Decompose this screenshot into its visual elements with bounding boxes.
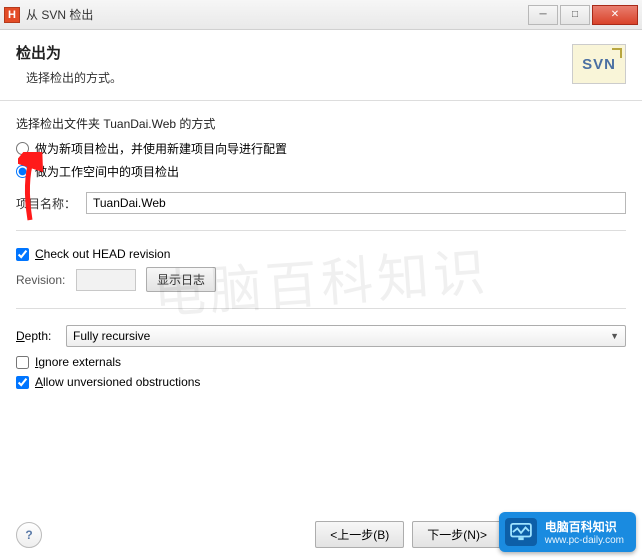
checkout-head-revision-label: Check out HEAD revision — [35, 247, 170, 261]
maximize-button[interactable]: □ — [560, 5, 590, 25]
chevron-down-icon: ▼ — [610, 331, 619, 341]
ignore-externals-checkbox[interactable] — [16, 356, 29, 369]
svn-logo-icon: SVN — [572, 44, 626, 84]
show-log-button[interactable]: 显示日志 — [146, 267, 216, 292]
depth-row: Depth: Fully recursive ▼ — [16, 325, 626, 347]
depth-label: Depth: — [16, 329, 66, 343]
project-name-input[interactable] — [86, 192, 626, 214]
radio-workspace-project-label: 做为工作空间中的项目检出 — [35, 163, 179, 180]
allow-unversioned-checkbox[interactable] — [16, 376, 29, 389]
window-controls: ─ □ ✕ — [526, 5, 638, 25]
badge-main-text: 电脑百科知识 — [545, 520, 617, 534]
checkout-head-revision-checkbox[interactable] — [16, 248, 29, 261]
revision-label: Revision: — [16, 273, 76, 287]
depth-select-value: Fully recursive — [73, 329, 150, 343]
header-title: 检出为 — [16, 42, 626, 63]
allow-unversioned-label: Allow unversioned obstructions — [35, 375, 200, 389]
checkout-prompt: 选择检出文件夹 TuanDai.Web 的方式 — [16, 115, 626, 132]
site-badge: 电脑百科知识 www.pc-daily.com — [499, 512, 636, 552]
close-button[interactable]: ✕ — [592, 5, 638, 25]
monitor-icon — [505, 518, 537, 546]
help-button[interactable]: ? — [16, 522, 42, 548]
revision-input — [76, 269, 136, 291]
divider-1 — [16, 230, 626, 231]
revision-row: Revision: 显示日志 — [16, 267, 626, 292]
app-icon: H — [4, 7, 20, 23]
badge-sub-text: www.pc-daily.com — [545, 535, 624, 546]
dialog-header: 检出为 选择检出的方式。 SVN — [0, 30, 642, 101]
radio-workspace-project[interactable]: 做为工作空间中的项目检出 — [16, 163, 626, 180]
radio-new-project[interactable]: 做为新项目检出，并使用新建项目向导进行配置 — [16, 140, 626, 157]
divider-2 — [16, 308, 626, 309]
back-button[interactable]: <上一步(B) — [315, 521, 404, 548]
project-name-row: 项目名称： — [16, 192, 626, 214]
dialog-content: 选择检出文件夹 TuanDai.Web 的方式 做为新项目检出，并使用新建项目向… — [0, 101, 642, 409]
allow-unversioned-obstructions[interactable]: Allow unversioned obstructions — [16, 375, 626, 389]
ignore-externals[interactable]: Ignore externals — [16, 355, 626, 369]
title-bar: H 从 SVN 检出 ─ □ ✕ — [0, 0, 642, 30]
minimize-button[interactable]: ─ — [528, 5, 558, 25]
radio-new-project-label: 做为新项目检出，并使用新建项目向导进行配置 — [35, 140, 287, 157]
window-title: 从 SVN 检出 — [26, 6, 526, 23]
header-subtitle: 选择检出的方式。 — [26, 69, 626, 86]
depth-select[interactable]: Fully recursive ▼ — [66, 325, 626, 347]
radio-new-project-input[interactable] — [16, 142, 29, 155]
project-name-label: 项目名称： — [16, 195, 86, 212]
ignore-externals-label: Ignore externals — [35, 355, 121, 369]
checkout-head-revision[interactable]: Check out HEAD revision — [16, 247, 626, 261]
next-button[interactable]: 下一步(N)> — [412, 521, 502, 548]
radio-workspace-project-input[interactable] — [16, 165, 29, 178]
